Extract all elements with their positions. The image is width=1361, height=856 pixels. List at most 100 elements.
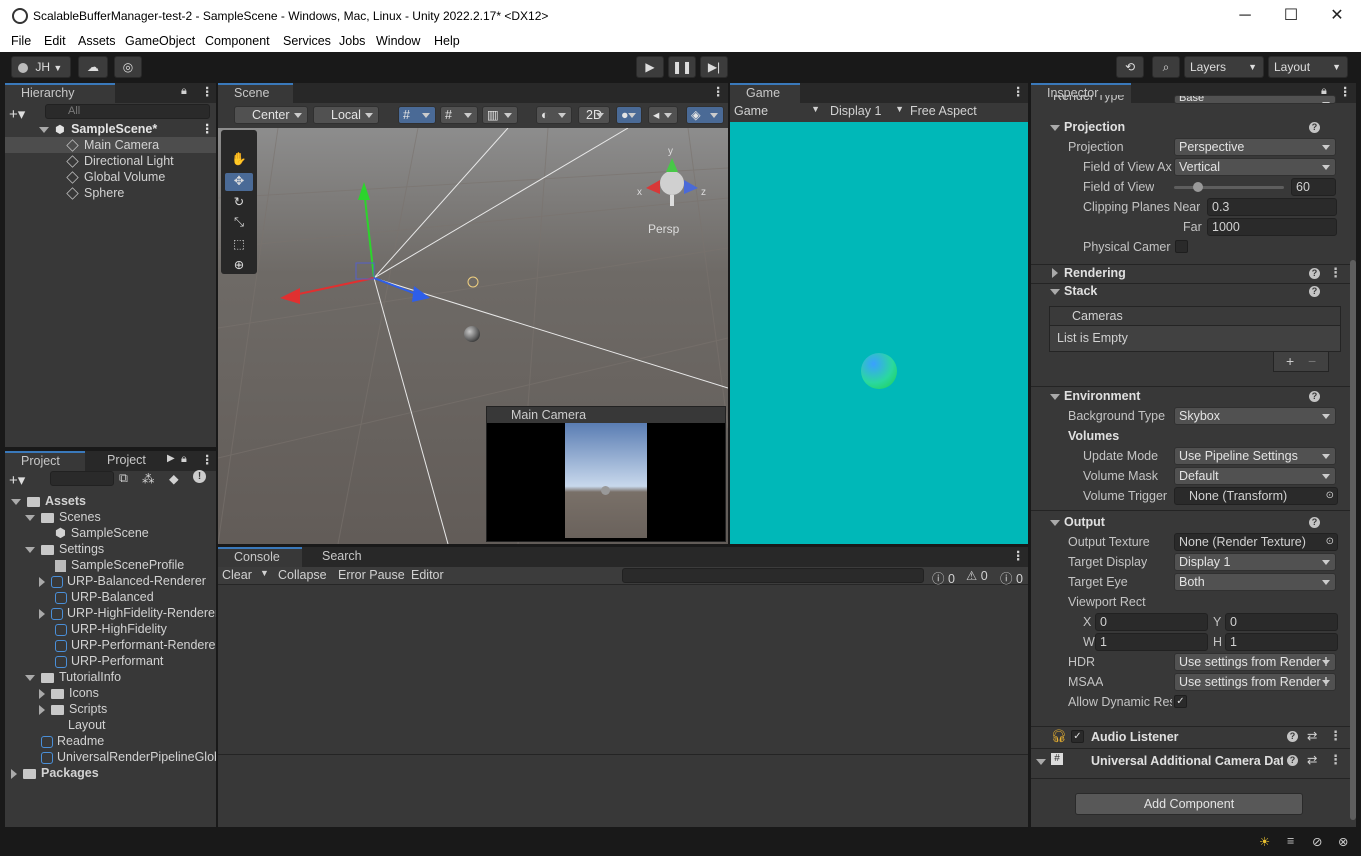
chevron-right-icon[interactable]: ▶ [167,453,175,464]
auto-generate-lighting-icon[interactable]: ⊘ [1312,834,1322,849]
project-item[interactable]: Readme [5,733,216,749]
minimize-button[interactable]: ─ [1222,0,1268,32]
create-asset-button[interactable]: +▾ [9,471,25,489]
project-item[interactable]: TutorialInfo [5,669,216,685]
hierarchy-item-directional-light[interactable]: Directional Light [5,153,216,169]
clear-button[interactable]: Clear [222,568,252,582]
expand-icon[interactable] [39,608,45,619]
audio-listener-header[interactable]: Audio Listener [1091,730,1179,744]
cache-server-icon[interactable]: ≡ [1287,834,1294,848]
log-count-toggle[interactable]: ⓘ 0 [932,568,955,587]
project-item[interactable]: URP-Balanced [5,589,216,605]
audio-toggle[interactable]: ◂ [648,106,678,124]
type-filter-icon[interactable]: ⁂ [142,471,155,486]
transform-tool-icon[interactable]: ⊕ [225,257,253,275]
inspector-scrollbar[interactable] [1350,260,1356,820]
help-icon[interactable]: ? [1309,517,1320,528]
more-options-icon[interactable]: ⋮ [1012,84,1025,99]
clipping-far-input[interactable]: 1000 [1207,218,1337,236]
fov-axis-dropdown[interactable]: Vertical [1174,158,1336,176]
tab-game[interactable]: Game [730,83,800,103]
collab-button[interactable]: ◎ [114,56,142,78]
output-header[interactable]: Output [1064,515,1105,529]
viewport-w-input[interactable]: 1 [1095,633,1208,651]
fov-slider-track[interactable] [1174,182,1284,192]
audio-listener-checkbox[interactable]: ✓ [1071,730,1084,743]
lighting-toggle[interactable]: ● [616,106,642,124]
scene-root-row[interactable]: ⬢ SampleScene* ⋮ [5,121,216,137]
sphere-object[interactable] [464,326,480,342]
menu-jobs[interactable]: Jobs [339,34,365,48]
environment-header[interactable]: Environment [1064,389,1140,403]
cloud-button[interactable]: ☁ [78,56,108,78]
menu-help[interactable]: Help [434,34,460,48]
hdr-dropdown[interactable]: Use settings from Render I [1174,653,1336,671]
stack-header[interactable]: Stack [1064,284,1097,298]
menu-edit[interactable]: Edit [44,34,66,48]
viewport-y-input[interactable]: 0 [1225,613,1338,631]
projection-header[interactable]: Projection [1064,120,1125,134]
menu-component[interactable]: Component [205,34,270,48]
draw-mode-dropdown[interactable]: ◐ [536,106,572,124]
menu-assets[interactable]: Assets [78,34,116,48]
target-display-dropdown[interactable]: Display 1 [1174,553,1336,571]
maximize-button[interactable]: ☐ [1268,0,1314,32]
presets-icon[interactable]: ⇄ [1307,752,1317,767]
layers-dropdown[interactable]: Layers ▼ [1184,56,1264,78]
dynamic-res-checkbox[interactable]: ✓ [1174,695,1187,708]
update-mode-dropdown[interactable]: Use Pipeline Settings [1174,447,1336,465]
project-item[interactable]: URP-HighFidelity-Renderer [5,605,216,621]
volume-mask-dropdown[interactable]: Default [1174,467,1336,485]
project-search-input[interactable] [50,471,114,486]
object-picker-icon[interactable]: ⊙ [1326,534,1334,550]
error-count-toggle[interactable]: ⓘ 0 [1000,568,1023,587]
expand-icon[interactable] [11,498,21,505]
expand-icon[interactable] [25,514,35,521]
menu-window[interactable]: Window [376,34,420,48]
project-item[interactable]: UniversalRenderPipelineGlob [5,749,216,765]
tab-project[interactable]: Project [5,451,85,471]
help-icon[interactable]: ? [1287,731,1298,742]
step-button[interactable]: ▶| [700,56,728,78]
history-button[interactable]: ⟲ [1116,56,1144,78]
expand-icon[interactable] [11,768,17,779]
render-type-dropdown[interactable]: Base [1174,95,1336,104]
tab-hierarchy[interactable]: Hierarchy [5,83,115,103]
project-item[interactable]: URP-HighFidelity [5,621,216,637]
target-eye-dropdown[interactable]: Both [1174,573,1336,591]
volume-trigger-field[interactable]: None (Transform) ⊙ [1174,487,1338,505]
2d-toggle[interactable]: 2D [578,106,610,124]
fov-slider-thumb[interactable] [1193,182,1204,192]
hierarchy-item-sphere[interactable]: Sphere [5,185,216,201]
project-item[interactable]: Icons [5,685,216,701]
expand-icon[interactable] [1050,520,1060,526]
warn-count-toggle[interactable]: ⚠ 0 [966,568,988,583]
hierarchy-search-input[interactable]: All [45,104,210,119]
bug-icon[interactable]: ☀ [1259,834,1270,849]
output-texture-field[interactable]: None (Render Texture) ⊙ [1174,533,1338,551]
scale-tool-icon[interactable]: ⤡ [225,215,253,233]
menu-services[interactable]: Services [283,34,331,48]
projection-dropdown[interactable]: Perspective [1174,138,1336,156]
expand-icon[interactable] [1050,125,1060,131]
search-button[interactable]: ⌕ [1152,56,1180,78]
viewport-x-input[interactable]: 0 [1095,613,1208,631]
expand-icon[interactable] [1050,289,1060,295]
game-viewport[interactable] [730,122,1028,544]
lock-icon[interactable]: 🔒︎ [181,85,187,98]
project-item[interactable]: URP-Performant-Renderer [5,637,216,653]
help-icon[interactable]: ? [1309,122,1320,133]
expand-icon[interactable] [25,674,35,681]
more-options-icon[interactable]: ⋮ [712,84,725,99]
effects-dropdown[interactable]: ◈ [686,106,724,124]
more-options-icon[interactable]: ⋮ [201,121,214,137]
fov-input[interactable]: 60 [1291,178,1336,196]
tab-scene[interactable]: Scene [218,83,293,103]
more-options-icon[interactable]: ⋮ [1329,728,1342,744]
hand-tool-icon[interactable]: ✋ [225,152,253,170]
more-options-icon[interactable]: ⋮ [1329,752,1342,768]
expand-icon[interactable] [39,688,45,699]
project-item[interactable]: Scenes [5,509,216,525]
expand-icon[interactable] [1036,759,1046,765]
rect-tool-icon[interactable]: ⬚ [225,236,253,254]
